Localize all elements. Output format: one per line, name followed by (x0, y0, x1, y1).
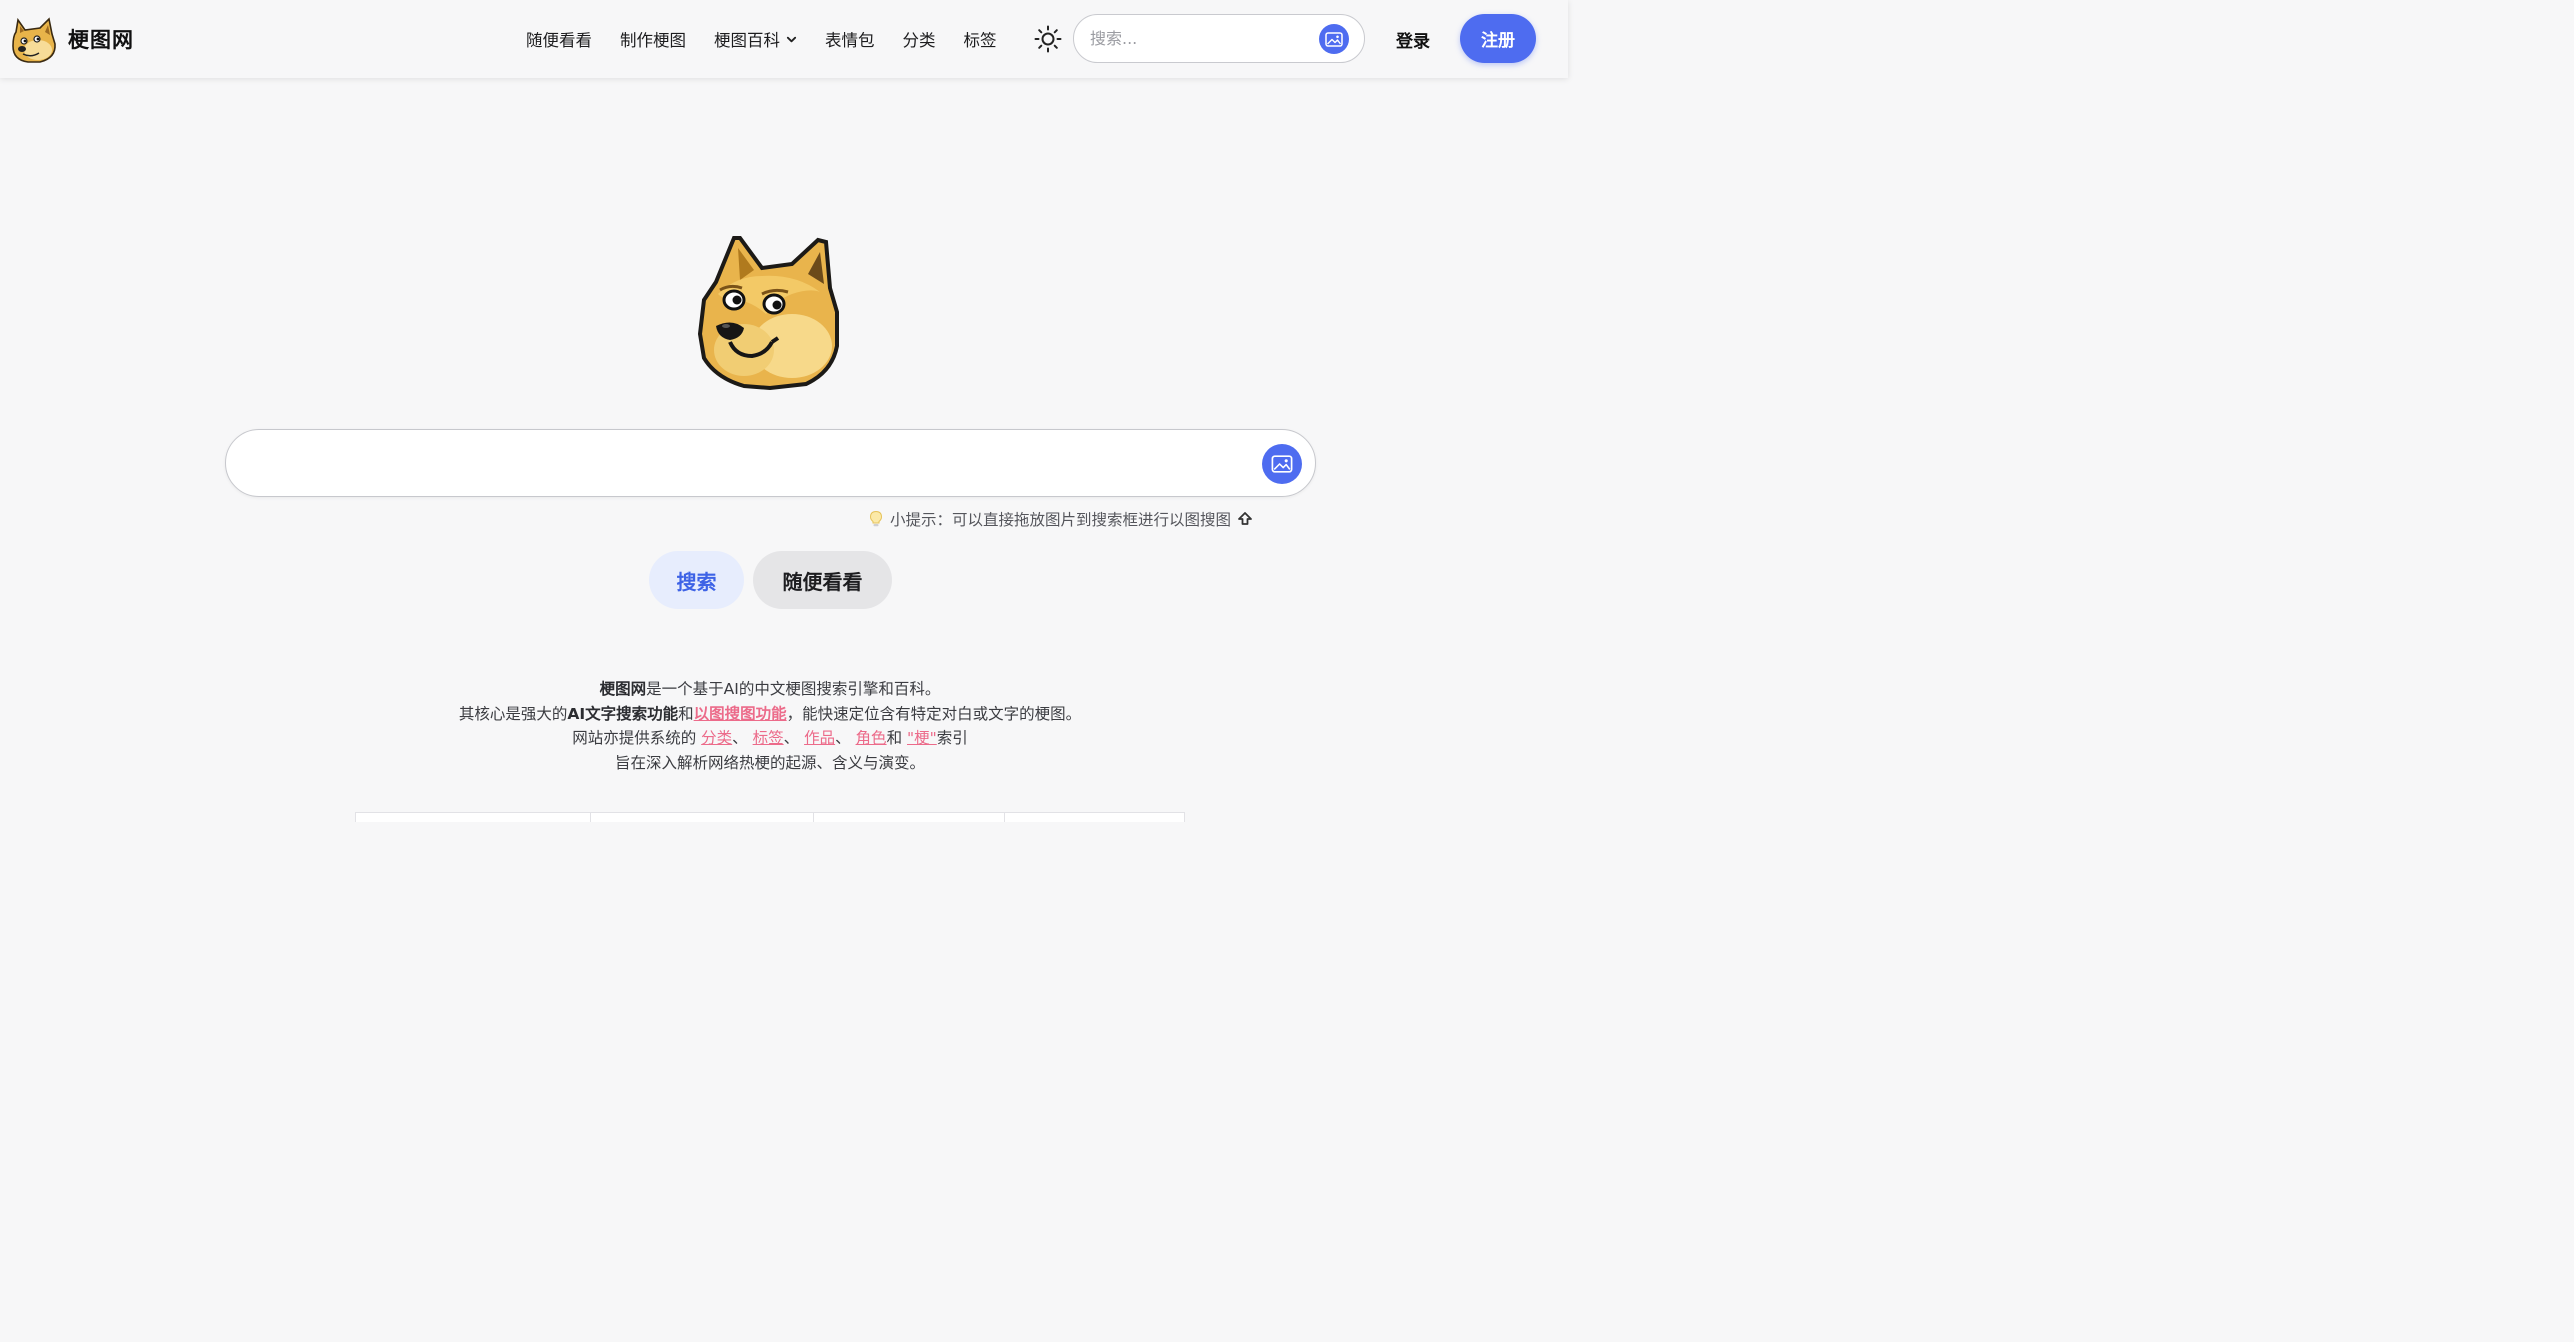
description-line: 旨在深入解析网络热梗的起源、含义与演变。 (614, 753, 925, 772)
header-image-search-button[interactable] (1319, 24, 1349, 54)
nav-item-make-meme[interactable]: 制作梗图 (606, 27, 700, 51)
description-text: 和 (678, 704, 694, 723)
main-nav: 随便看看 制作梗图 梗图百科 表情包 分类 标签 (512, 0, 1011, 78)
site-name-bold: 梗图网 (599, 680, 647, 698)
main-image-search-button[interactable] (1262, 444, 1302, 484)
nav-label: 标签 (963, 31, 997, 50)
register-button[interactable]: 注册 (1460, 14, 1536, 63)
separator: 、 (732, 729, 748, 747)
ai-text-search-bold: AI文字搜索功能 (567, 704, 679, 723)
image-icon (1271, 455, 1293, 473)
nav-item-categories[interactable]: 分类 (889, 27, 950, 51)
nav-item-random[interactable]: 随便看看 (512, 27, 606, 51)
memes-link[interactable]: "梗" (907, 729, 937, 747)
tip-text: 小提示：可以直接拖放图片到搜索框进行以图搜图 (890, 511, 1232, 529)
upload-arrow-icon (1238, 512, 1252, 525)
header-search-input[interactable] (1090, 29, 1310, 48)
separator: 、 (835, 729, 851, 747)
nav-item-meme-wiki[interactable]: 梗图百科 (700, 27, 811, 51)
bottom-cards-edge (355, 812, 1185, 822)
description-text: 和 (886, 729, 907, 747)
site-header: 梗图网 随便看看 制作梗图 梗图百科 表情包 分类 标签 登录 (0, 0, 1568, 78)
lightbulb-icon (869, 510, 883, 527)
description-line: 梗图网是一个基于AI的中文梗图搜索引擎和百科。 (0, 677, 1540, 702)
random-browse-button[interactable]: 随便看看 (753, 551, 892, 609)
description-line: 其核心是强大的AI文字搜索功能和以图搜图功能，能快速定位含有特定对白或文字的梗图… (0, 702, 1540, 727)
brand-home-link[interactable]: 梗图网 (10, 14, 134, 64)
doge-logo-icon (12, 17, 56, 63)
description-text: 网站亦提供系统的 (572, 729, 702, 747)
site-name: 梗图网 (68, 28, 134, 52)
description-text: 索引 (936, 729, 968, 747)
description-line: 网站亦提供系统的 分类、 标签、 作品、 角色和 "梗"索引 (0, 726, 1540, 751)
site-description: 梗图网是一个基于AI的中文梗图搜索引擎和百科。 其核心是强大的AI文字搜索功能和… (0, 677, 1540, 775)
card-edge (590, 812, 813, 822)
login-button[interactable]: 登录 (1396, 27, 1430, 52)
description-text: 是一个基于AI的中文梗图搜索引擎和百科。 (646, 680, 941, 698)
nav-item-tags[interactable]: 标签 (950, 27, 1011, 51)
characters-link[interactable]: 角色 (856, 729, 887, 747)
card-edge (355, 812, 590, 822)
image-search-feature-link[interactable]: 以图搜图功能 (694, 705, 787, 723)
header-search-box (1073, 14, 1365, 63)
doge-hero-icon (697, 236, 839, 390)
nav-label: 表情包 (825, 31, 875, 50)
sun-icon[interactable] (1034, 25, 1062, 53)
drag-drop-tip: 小提示：可以直接拖放图片到搜索框进行以图搜图 (868, 508, 1253, 530)
image-icon (1325, 31, 1343, 47)
separator: 、 (783, 729, 800, 747)
nav-item-stickers[interactable]: 表情包 (811, 27, 889, 51)
nav-label: 分类 (902, 31, 936, 50)
nav-label: 梗图百科 (714, 31, 780, 50)
description-text: 其核心是强大的 (458, 704, 568, 723)
main-search-input[interactable] (250, 448, 1250, 480)
description-text: ，能快速定位含有特定对白或文字的梗图。 (786, 704, 1082, 723)
chevron-down-icon (786, 36, 797, 42)
works-link[interactable]: 作品 (804, 729, 835, 747)
nav-label: 随便看看 (526, 31, 592, 50)
card-edge (813, 812, 1004, 822)
card-edge (1004, 812, 1185, 822)
tags-link[interactable]: 标签 (753, 729, 784, 747)
categories-link[interactable]: 分类 (701, 729, 732, 747)
nav-label: 制作梗图 (620, 31, 686, 50)
search-button[interactable]: 搜索 (649, 551, 744, 609)
main-search-box (225, 429, 1316, 497)
